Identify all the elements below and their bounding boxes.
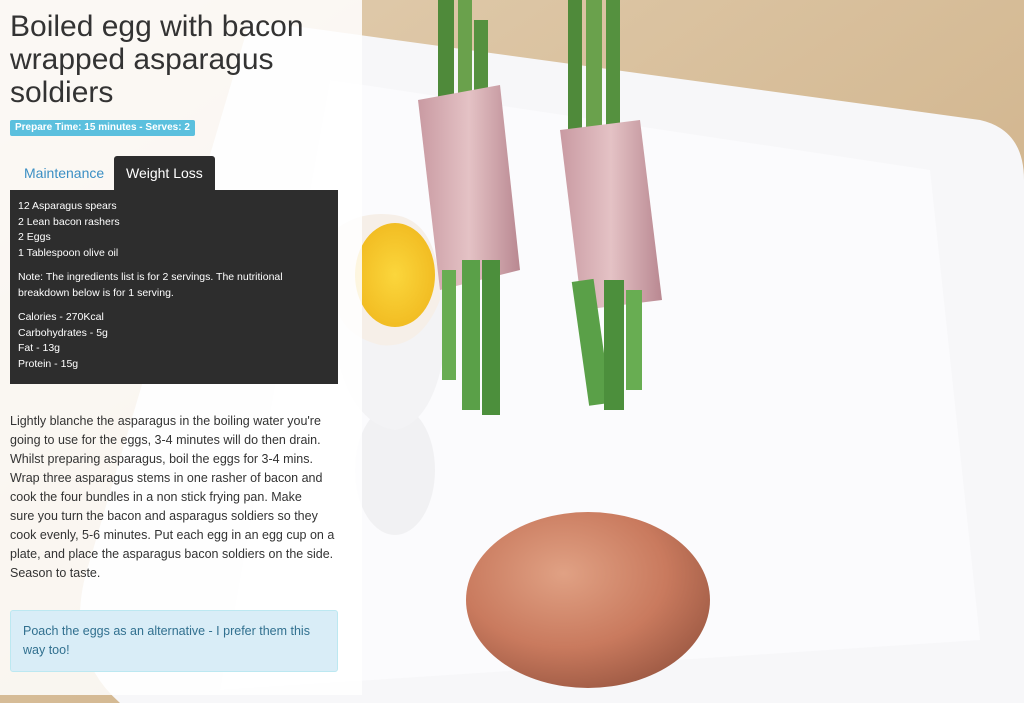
nutrition-item: Fat - 13g	[18, 342, 61, 354]
ingredient-item: 2 Lean bacon rashers	[18, 215, 120, 228]
servings-note: breakdown below is for 1 serving.	[18, 286, 174, 299]
recipe-title: Boiled egg with bacon wrapped asparagus …	[10, 10, 304, 109]
method-line: Wrap three asparagus stems in one rasher…	[10, 471, 323, 485]
recipe-panel: Boiled egg with bacon wrapped asparagus …	[0, 0, 362, 695]
tip-alert: Poach the eggs as an alternative - I pre…	[10, 610, 338, 672]
method-line: Season to taste.	[10, 566, 101, 580]
ingredients-panel: 12 Asparagus spears 2 Lean bacon rashers…	[10, 190, 338, 384]
nutrition-item: Calories - 270Kcal	[18, 311, 104, 323]
tip-line: Poach the eggs as an alternative - I pre…	[23, 624, 310, 638]
ingredient-item: 12 Asparagus spears	[18, 200, 117, 212]
tab-weight-loss[interactable]: Weight Loss	[114, 156, 215, 190]
tip-line: way too!	[23, 643, 70, 657]
ingredient-item: 1 Tablespoon olive oil	[18, 246, 119, 259]
nutrition-item: Protein - 15g	[18, 357, 79, 370]
prepare-time-badge: Prepare Time: 15 minutes - Serves: 2	[10, 120, 195, 136]
method-line: cook evenly, 5-6 minutes. Put each egg i…	[10, 528, 335, 542]
plan-tabs: Maintenance Weight Loss	[10, 156, 338, 190]
tab-maintenance[interactable]: Maintenance	[12, 156, 116, 190]
method-text: Lightly blanche the asparagus in the boi…	[10, 412, 350, 583]
nutrition-item: Carbohydrates - 5g	[18, 326, 108, 339]
servings-note: Note: The ingredients list is for 2 serv…	[18, 271, 283, 283]
method-line: plate, and place the asparagus bacon sol…	[10, 547, 334, 561]
method-line: Whilst preparing asparagus, boil the egg…	[10, 452, 313, 466]
method-line: going to use for the eggs, 3-4 minutes w…	[10, 433, 321, 447]
ingredient-item: 2 Eggs	[18, 231, 51, 243]
method-line: cook the four bundles in a non stick fry…	[10, 490, 302, 504]
method-line: Lightly blanche the asparagus in the boi…	[10, 414, 321, 428]
method-line: sure you turn the bacon and asparagus so…	[10, 509, 318, 523]
